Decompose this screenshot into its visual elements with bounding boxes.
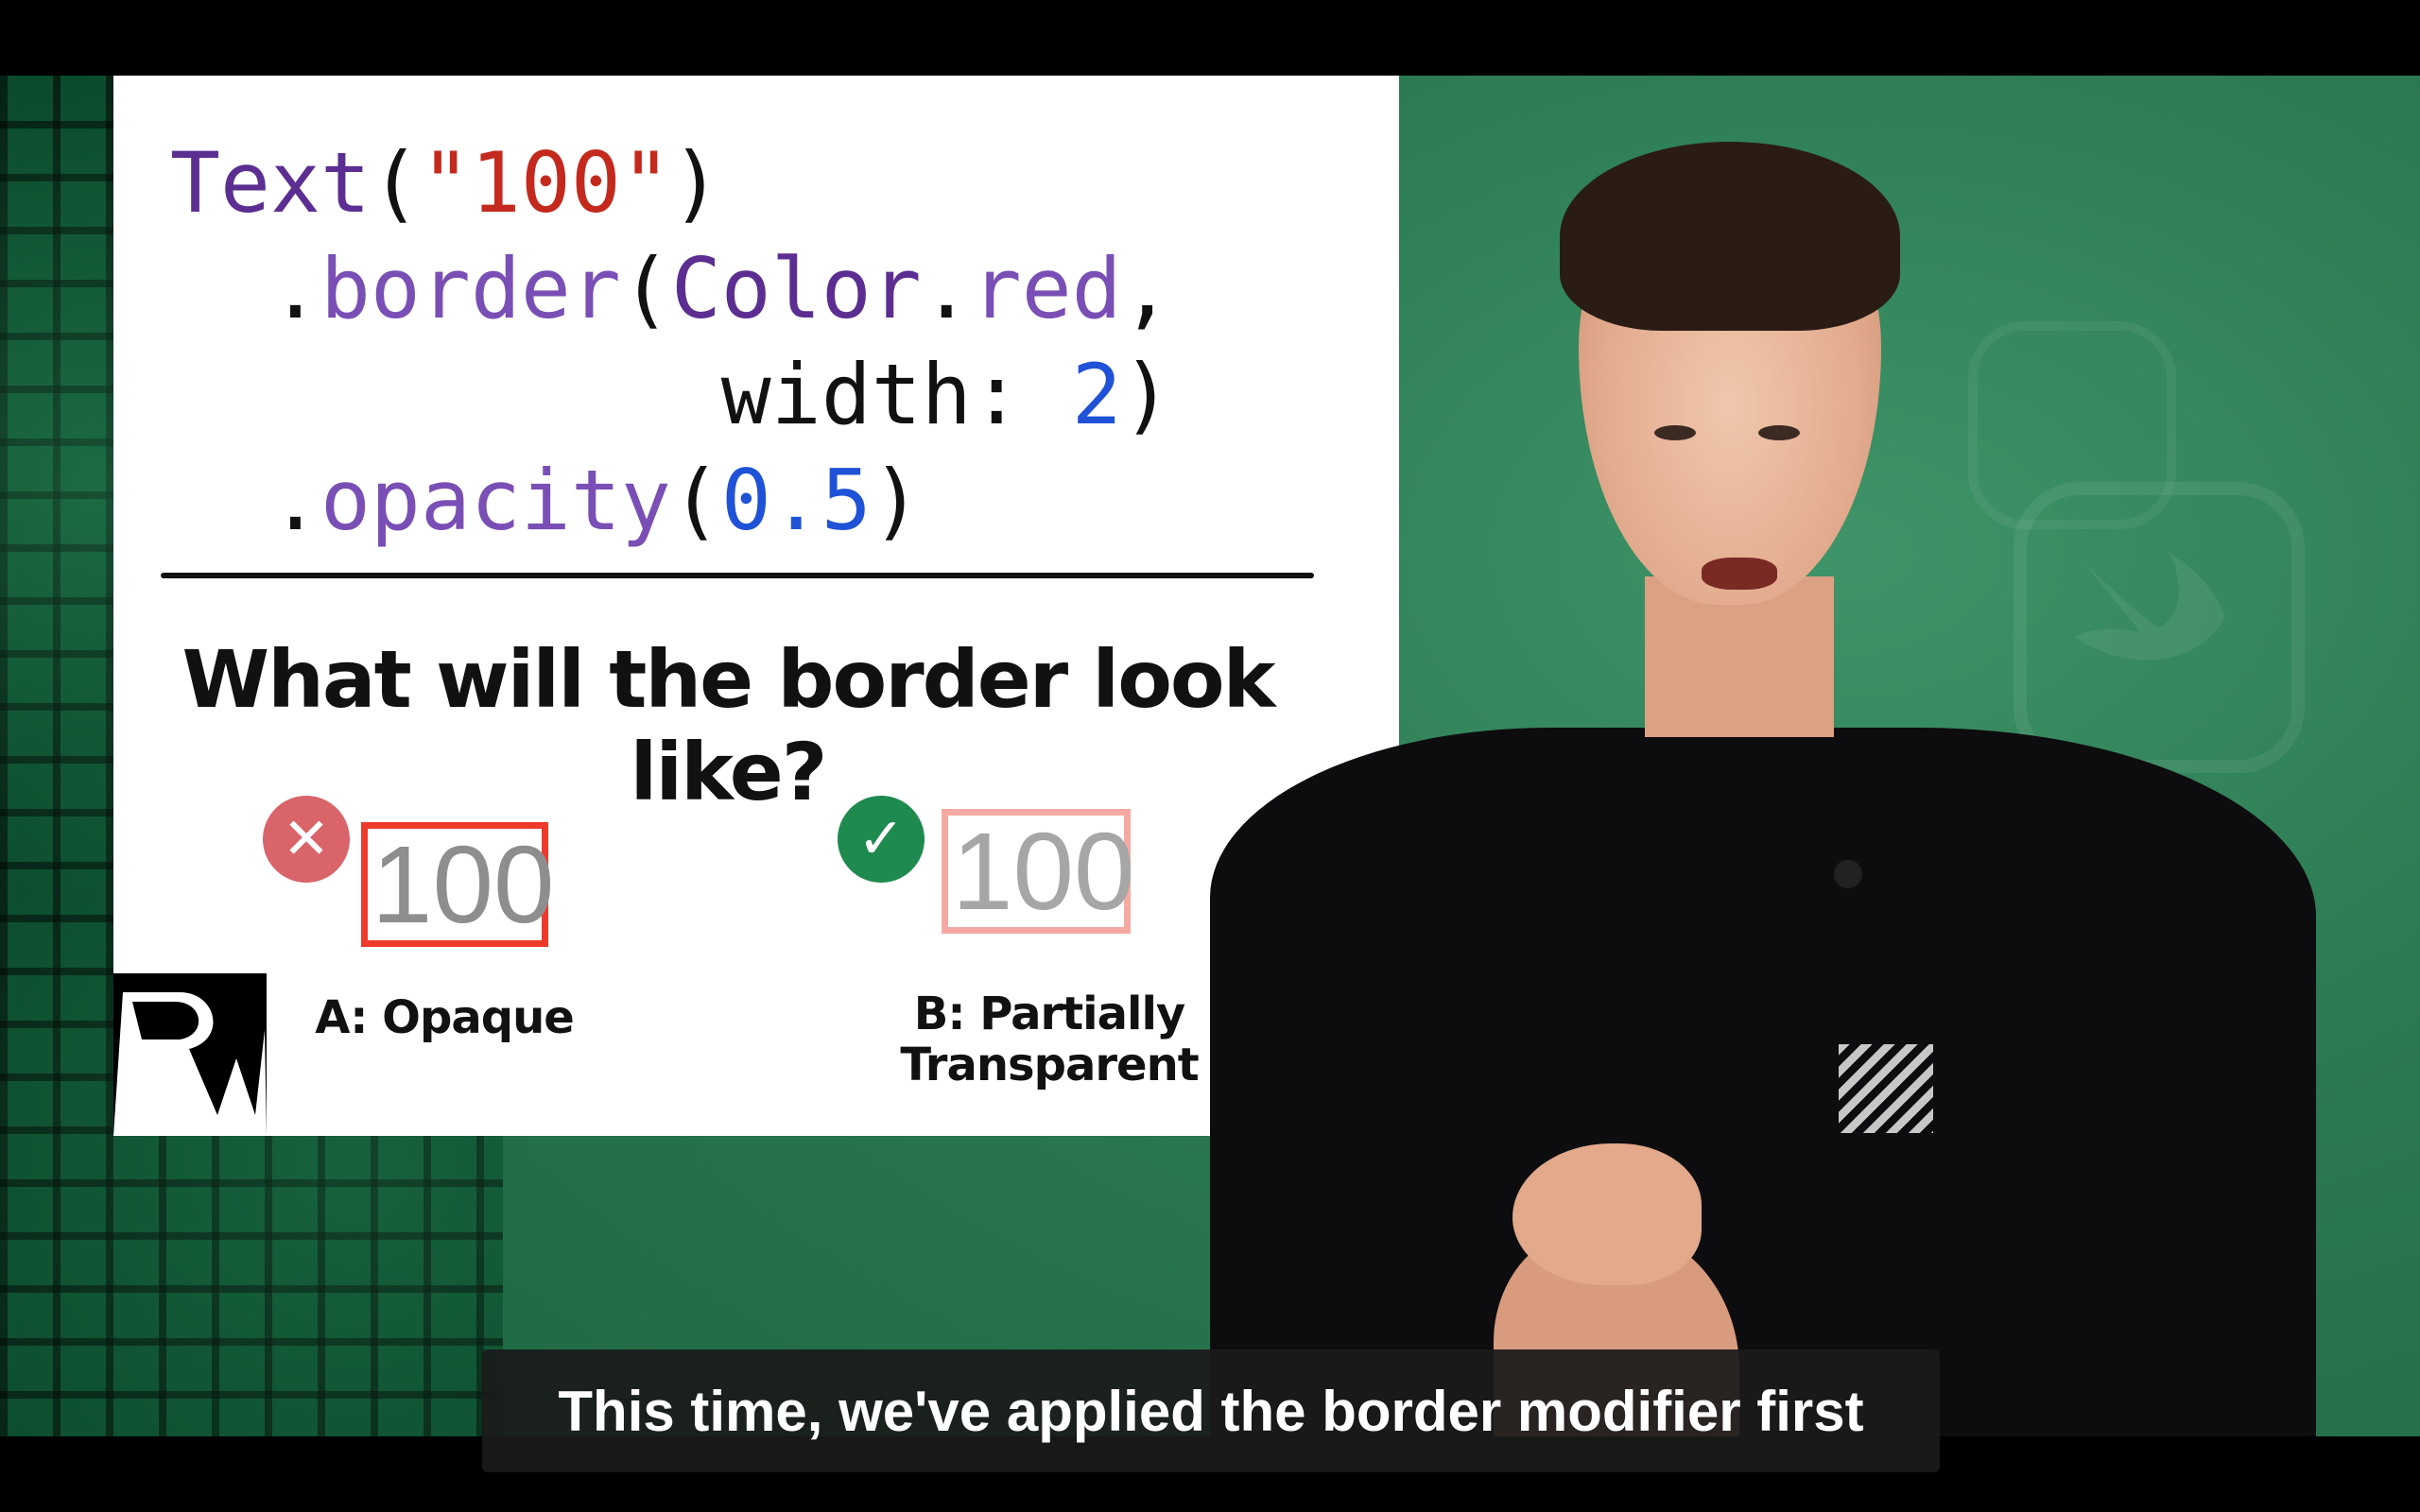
code-token: . <box>269 452 320 549</box>
code-token: ( <box>670 452 721 549</box>
video-frame[interactable]: Text("100") .border(Color.red, width: 2)… <box>0 76 2420 1436</box>
presenter-shirt <box>1210 728 2316 1436</box>
option-b-label-line1: B: Partially <box>913 988 1185 1040</box>
code-token: . <box>269 240 320 337</box>
code-token: ) <box>871 452 922 549</box>
quiz-slide: Text("100") .border(Color.red, width: 2)… <box>113 76 1399 1136</box>
option-a-sample: 100 <box>361 822 555 947</box>
code-token-number: 0.5 <box>720 452 872 549</box>
code-token-member: red <box>971 240 1122 337</box>
code-token: ( <box>370 134 421 232</box>
code-token-method: opacity <box>320 452 671 549</box>
rw-logo-icon <box>113 973 267 1136</box>
presenter-hair <box>1560 142 1900 331</box>
code-token: ( <box>620 240 671 337</box>
code-block: Text("100") .border(Color.red, width: 2)… <box>170 130 1172 554</box>
subtitle-caption: This time, we've applied the border modi… <box>482 1349 1940 1472</box>
check-icon: ✓ <box>838 796 925 883</box>
lapel-mic-icon <box>1834 860 1862 888</box>
presenter-eye <box>1758 425 1800 440</box>
code-token-method: border <box>320 240 621 337</box>
code-token-type: Text <box>170 134 371 232</box>
code-token: . <box>921 240 972 337</box>
code-token: ) <box>670 134 721 232</box>
option-b-label: B: Partially Transparent <box>870 988 1229 1091</box>
shirt-logo-icon <box>1839 1044 1933 1133</box>
code-token-label: width: <box>720 346 1022 443</box>
code-token-type: Color <box>670 240 922 337</box>
presenter-hand <box>1512 1143 1702 1285</box>
close-icon: ✕ <box>263 796 350 883</box>
code-token-number: 2 <box>1071 346 1122 443</box>
option-b-sample: 100 <box>942 809 1135 934</box>
code-token: , <box>1121 240 1172 337</box>
option-b-label-line2: Transparent <box>900 1039 1199 1091</box>
divider <box>161 573 1314 578</box>
code-token-string: "100" <box>420 134 671 232</box>
presenter-mouth <box>1702 558 1777 590</box>
option-a-label: A: Opaque <box>315 991 575 1044</box>
presenter-eye <box>1654 425 1696 440</box>
subtitle-text: This time, we've applied the border modi… <box>558 1379 1864 1443</box>
quiz-question: What will the border look like? <box>182 633 1275 818</box>
presenter <box>1210 142 2316 1436</box>
code-token: ) <box>1121 346 1172 443</box>
